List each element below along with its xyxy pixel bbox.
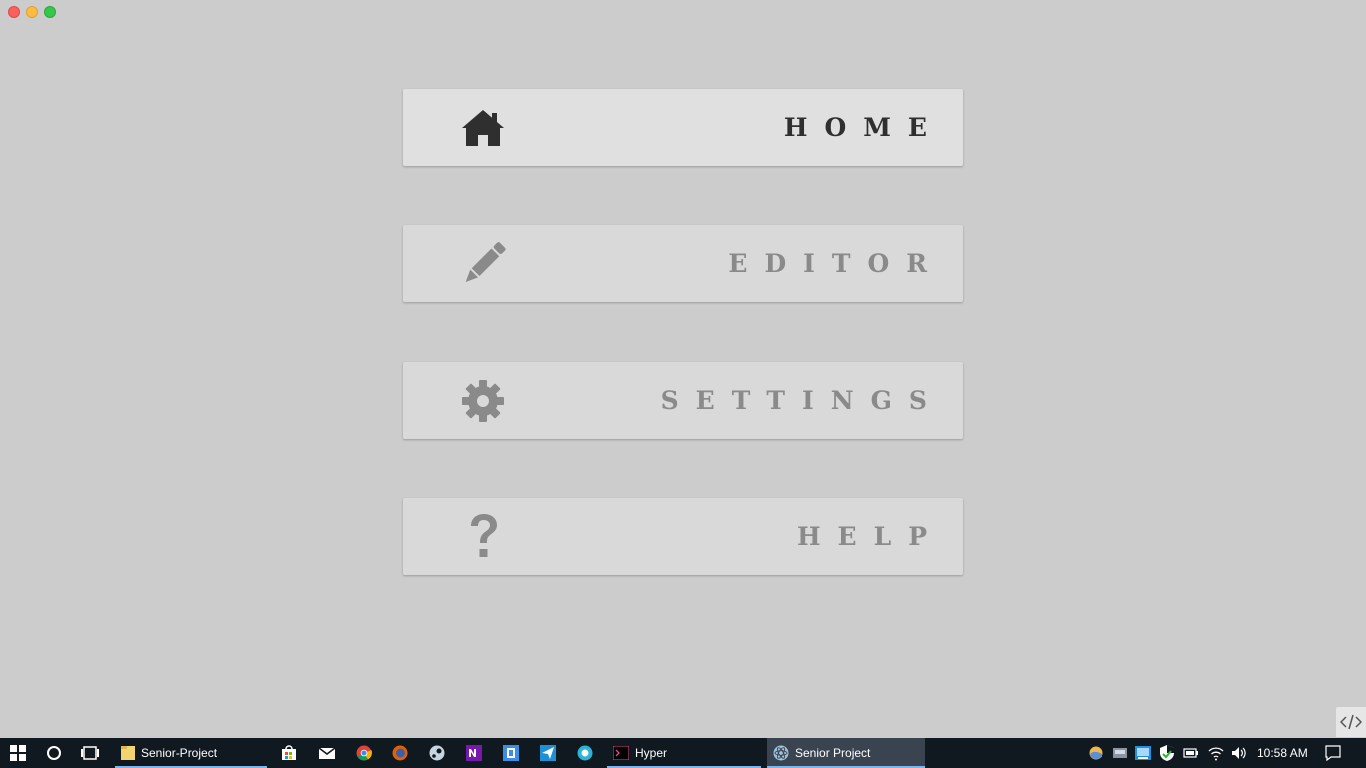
- folder-icon: [121, 746, 135, 760]
- store-button[interactable]: [274, 738, 304, 768]
- home-icon: [457, 103, 509, 153]
- steam-button[interactable]: [422, 738, 452, 768]
- clock-time[interactable]: 10:58 AM: [1257, 738, 1308, 768]
- start-button[interactable]: [0, 738, 36, 768]
- app-icon: [503, 745, 519, 761]
- code-icon: [1340, 714, 1362, 730]
- wifi-icon[interactable]: [1208, 745, 1224, 761]
- electron-app-icon: [773, 745, 789, 761]
- app-window: HOME EDITOR SETTINGS HELP: [0, 0, 1366, 738]
- network-monitor-icon[interactable]: [1135, 745, 1151, 761]
- taskbar: Senior-Project Hyper Senior Project 10:5…: [0, 738, 1366, 768]
- taskbar-app-label: Senior-Project: [141, 746, 218, 760]
- drive-icon[interactable]: [1112, 745, 1128, 761]
- maximize-window-button[interactable]: [44, 6, 56, 18]
- mail-icon: [319, 747, 335, 759]
- action-center-button[interactable]: [1318, 738, 1348, 768]
- terminal-icon: [613, 746, 629, 760]
- cortana-icon: [47, 746, 61, 760]
- app-button[interactable]: [496, 738, 526, 768]
- defender-icon[interactable]: [1159, 745, 1175, 761]
- taskbar-app-senior-project[interactable]: Senior Project: [767, 738, 925, 768]
- menu-item-label: SETTINGS: [660, 386, 944, 415]
- volume-icon[interactable]: [1231, 745, 1247, 761]
- taskbar-app-label: Hyper: [635, 746, 668, 760]
- task-view-icon: [81, 746, 99, 760]
- mail-button[interactable]: [312, 738, 342, 768]
- pencil-icon: [457, 239, 509, 289]
- task-view-button[interactable]: [72, 738, 108, 768]
- question-mark-icon: [457, 512, 509, 562]
- notification-icon: [1325, 745, 1341, 761]
- menu-item-settings[interactable]: SETTINGS: [403, 362, 963, 439]
- menu-item-help[interactable]: HELP: [403, 498, 963, 575]
- onenote-button[interactable]: [459, 738, 489, 768]
- menu-item-editor[interactable]: EDITOR: [403, 225, 963, 302]
- firefox-icon: [392, 745, 408, 761]
- window-controls: [8, 6, 56, 18]
- paper-plane-button[interactable]: [533, 738, 563, 768]
- taskbar-app-senior-project-folder[interactable]: Senior-Project: [115, 738, 267, 768]
- circle-app-icon: [577, 745, 593, 761]
- taskbar-app-hyper[interactable]: Hyper: [607, 738, 761, 768]
- chrome-icon: [356, 745, 372, 761]
- paper-plane-icon: [540, 745, 556, 761]
- dev-tools-toggle-button[interactable]: [1336, 707, 1366, 737]
- weather-icon[interactable]: [1088, 745, 1104, 761]
- circle-app-button[interactable]: [570, 738, 600, 768]
- minimize-window-button[interactable]: [26, 6, 38, 18]
- chrome-button[interactable]: [349, 738, 379, 768]
- menu-item-label: HOME: [783, 113, 944, 142]
- cortana-button[interactable]: [36, 738, 72, 768]
- onenote-icon: [466, 745, 482, 761]
- menu-item-label: EDITOR: [728, 249, 944, 278]
- windows-icon: [10, 745, 26, 761]
- menu-item-home[interactable]: HOME: [403, 89, 963, 166]
- store-icon: [282, 745, 296, 760]
- close-window-button[interactable]: [8, 6, 20, 18]
- menu-item-label: HELP: [796, 522, 944, 551]
- battery-icon[interactable]: [1183, 745, 1199, 761]
- firefox-button[interactable]: [385, 738, 415, 768]
- steam-icon: [429, 745, 445, 761]
- taskbar-app-label: Senior Project: [795, 746, 871, 760]
- gear-icon: [457, 376, 509, 426]
